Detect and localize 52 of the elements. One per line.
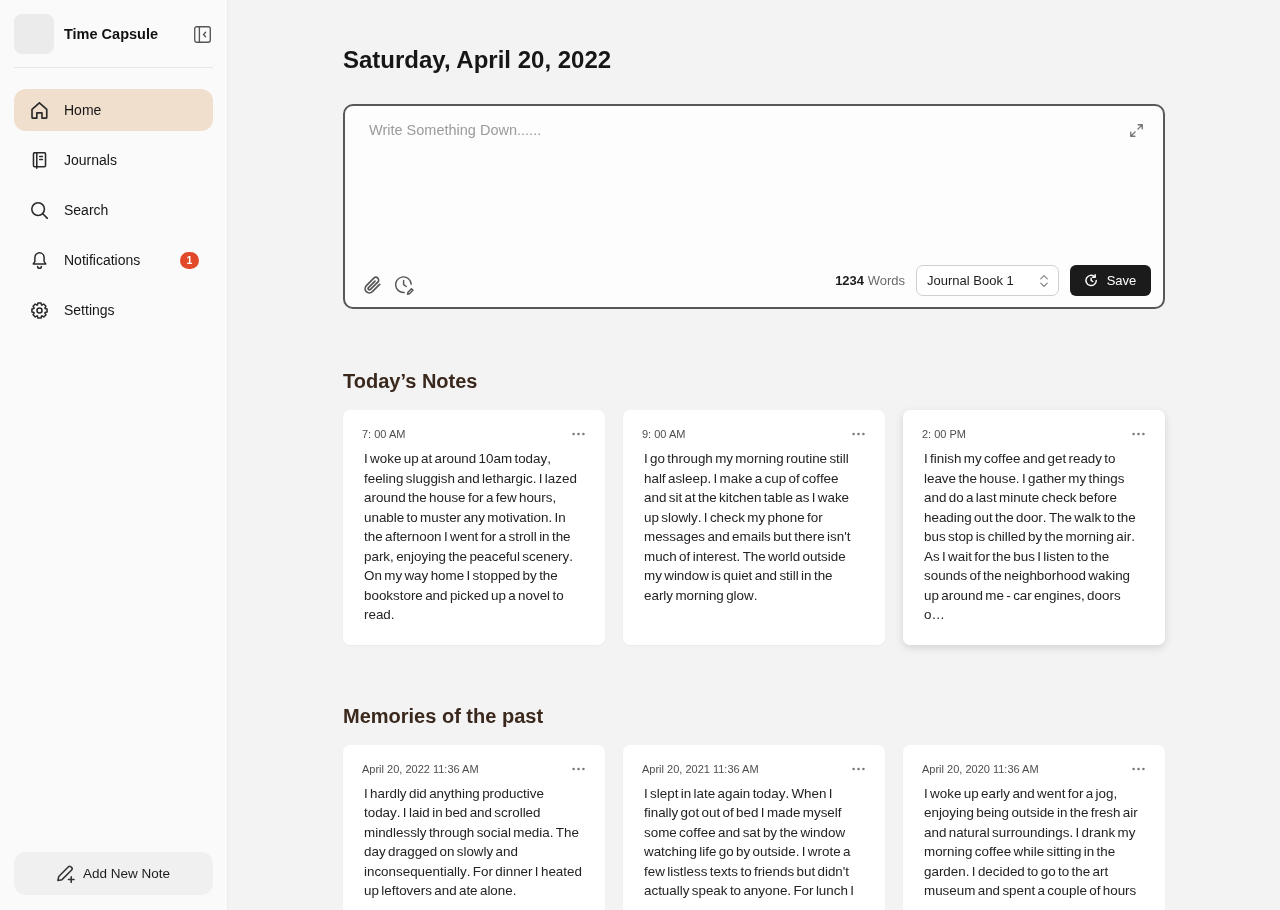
nav-item[interactable]: Journals xyxy=(14,139,213,181)
note-card[interactable] xyxy=(903,744,1165,910)
nav-item[interactable]: Home xyxy=(14,89,213,131)
word-count: 1234 Words xyxy=(835,273,905,288)
note-time: April 20, 2021 11:36 AM xyxy=(642,762,759,775)
clock-edit-icon[interactable] xyxy=(395,276,414,295)
bell-icon xyxy=(31,251,48,269)
settings-icon xyxy=(31,301,48,319)
more-icon[interactable] xyxy=(572,766,585,771)
journal-select[interactable]: Journal Book 1 xyxy=(916,265,1059,296)
note-time: 9: 00 AM xyxy=(642,428,686,440)
nav-item[interactable]: Search xyxy=(14,189,213,231)
section-title: Memories of the past xyxy=(343,703,545,728)
sidebar-toggle-icon[interactable] xyxy=(194,25,211,43)
note-time: April 20, 2022 11:36 AM xyxy=(362,762,479,775)
app-name: Time Capsule xyxy=(64,26,160,42)
nav-item[interactable]: Notifications 1 xyxy=(14,239,213,281)
home-icon xyxy=(31,101,48,119)
add-note-button[interactable]: Add New Note xyxy=(14,852,213,895)
search-icon xyxy=(31,201,48,219)
note-text: I slept in late again today. When I finally got out of bed I made myself some coffee and sat by the window watching life go by outside. I wrote a few listless texts to friends but didn't actually speak to anyone. For lunch I xyxy=(644,784,855,900)
note-card[interactable] xyxy=(623,410,885,645)
note-time: 2: 00 PM xyxy=(922,428,967,440)
note-card[interactable] xyxy=(623,744,885,910)
note-time: 7: 00 AM xyxy=(362,428,406,440)
note-text: I hardly did anything productive today. I laid in bed and scrolled mindlessly through social media. The day dragged on slowly and inconsequentially. For dinner I heated up leftovers and ate alone. xyxy=(364,784,583,900)
note-card[interactable] xyxy=(343,744,605,910)
up-down-chevron-icon xyxy=(1040,274,1048,287)
paperclip-icon[interactable] xyxy=(363,276,382,295)
note-time: April 20, 2020 11:36 AM xyxy=(922,762,1039,775)
pencil-plus-icon xyxy=(56,864,75,883)
save-button[interactable]: Save xyxy=(1070,265,1151,296)
more-icon[interactable] xyxy=(572,432,585,436)
note-text: I finish my coffee and get ready to leave the house. I gather my things and do a last minute check before heading out the door. The walk to the bus stop is chilled by the morning air. As I wait for the bus I listen to the sounds of the neighborhood waking up around me - car engines, doors o… xyxy=(924,450,1137,624)
note-text: I woke up early and went for a jog, enjoying being outside in the fresh air and natural surroundings. I drank my morning coffee while sitting in the garden. I decided to go to the art museum and spent a couple of hours xyxy=(924,784,1139,900)
notification-badge: 1 xyxy=(180,251,199,269)
more-icon[interactable] xyxy=(1132,432,1145,436)
note-card[interactable] xyxy=(903,410,1165,645)
note-text: I woke up at around 10am today, feeling sluggish and lethargic. I lazed around the house for a few hours, unable to muster any motivation. In the afternoon I went for a stroll in the park, enjoying the peaceful scenery. On my way home I stopped by the bookstore and picked up a novel to read. xyxy=(364,450,578,624)
expand-icon[interactable] xyxy=(1130,124,1143,137)
date-title: Saturday, April 20, 2022 xyxy=(343,45,613,75)
book-icon xyxy=(31,151,48,169)
clock-arrow-icon xyxy=(1084,274,1098,287)
more-icon[interactable] xyxy=(1132,766,1145,771)
note-editor[interactable]: Write Something Down...... 1234 Words Journal Book 1 Save xyxy=(343,104,1165,309)
note-text: I go through my morning routine still half asleep. I make a cup of coffee and sit at the kitchen table as I wake up slowly. I check my phone for messages and emails but there isn't much of interest. The world outside my window is quiet and still in the early morning glow. xyxy=(644,450,852,605)
note-text-field[interactable]: Write Something Down...... xyxy=(363,118,1118,265)
nav-item[interactable]: Settings xyxy=(14,289,213,331)
note-card[interactable] xyxy=(343,410,605,645)
more-icon[interactable] xyxy=(852,432,865,436)
section-title: Today’s Notes xyxy=(343,369,479,393)
more-icon[interactable] xyxy=(852,766,865,771)
